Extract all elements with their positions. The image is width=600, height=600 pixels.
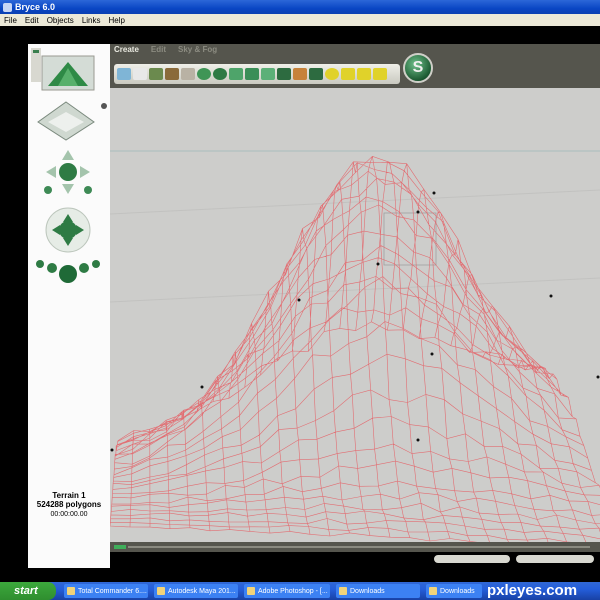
ground-guide-line <box>110 189 600 215</box>
selection-handle[interactable] <box>416 210 420 214</box>
square-plane-icon[interactable] <box>309 68 323 80</box>
menu-links[interactable]: Links <box>82 16 101 25</box>
parallel-light-icon[interactable] <box>373 68 387 80</box>
3d-viewport[interactable] <box>110 88 600 542</box>
playback-controls[interactable] <box>434 555 510 563</box>
selection-handle[interactable] <box>430 352 434 356</box>
terrain-wireframe[interactable] <box>110 155 600 542</box>
navigation-sphere-icon[interactable] <box>36 207 100 283</box>
taskbar-item-total-commander[interactable]: Total Commander 6.... <box>64 584 148 598</box>
selection-handle[interactable] <box>200 385 204 389</box>
polygon-count: 524288 polygons <box>36 500 102 509</box>
watermark: pxleyes.com <box>487 582 578 599</box>
create-toolbar: Create Edit Sky & Fog S <box>110 44 600 88</box>
app-icon <box>67 587 75 595</box>
taskbar-item-downloads[interactable]: Downloads <box>426 584 482 598</box>
object-palette <box>114 64 400 84</box>
sphere-icon[interactable] <box>197 68 211 80</box>
taskbar-item-photoshop[interactable]: Adobe Photoshop - [... <box>244 584 330 598</box>
selection-handle[interactable] <box>376 262 380 266</box>
water-plane-icon[interactable] <box>117 68 131 80</box>
menu-bar: File Edit Objects Links Help <box>0 14 600 26</box>
figure-icon[interactable] <box>293 68 307 80</box>
menu-file[interactable]: File <box>4 16 17 25</box>
timeline-track <box>128 546 590 548</box>
terrain-icon[interactable] <box>149 68 163 80</box>
selection-handle[interactable] <box>432 191 436 195</box>
cube-icon[interactable] <box>245 68 259 80</box>
terrain-mesh-lines <box>110 155 600 542</box>
radial-light-icon[interactable] <box>325 68 339 80</box>
ground-guide-line <box>110 277 600 303</box>
app-icon <box>247 587 255 595</box>
view-selector[interactable] <box>31 48 95 91</box>
taskbar-item-downloads[interactable]: Downloads <box>336 584 420 598</box>
selection-handle[interactable] <box>297 298 301 302</box>
tab-edit[interactable]: Edit <box>151 45 166 54</box>
infinite-plane-icon[interactable] <box>133 68 147 80</box>
time-readout: 00:00:00.00 <box>50 511 88 518</box>
spot-light-icon[interactable] <box>341 68 355 80</box>
camera-move-icon[interactable] <box>44 150 92 194</box>
menu-help[interactable]: Help <box>109 16 125 25</box>
camera-trackball-icon[interactable] <box>37 101 107 141</box>
tab-create[interactable]: Create <box>114 45 139 54</box>
app-left-margin <box>0 26 28 582</box>
animation-timeline[interactable] <box>110 542 600 552</box>
taskbar-item-maya[interactable]: Autodesk Maya 201... <box>154 584 238 598</box>
window-title: Bryce 6.0 <box>15 2 56 12</box>
object-name: Terrain 1 <box>52 491 86 500</box>
menu-edit[interactable]: Edit <box>25 16 39 25</box>
selection-handle[interactable] <box>549 294 553 298</box>
app-top-margin <box>0 26 600 44</box>
tab-sky-fog[interactable]: Sky & Fog <box>178 45 217 54</box>
selection-handle[interactable] <box>416 438 420 442</box>
timeline-scrubber[interactable] <box>114 545 126 549</box>
folder-icon <box>429 587 437 595</box>
rock-icon[interactable] <box>181 68 195 80</box>
bryce-logo-icon[interactable]: S <box>403 53 433 83</box>
cone-icon[interactable] <box>261 68 275 80</box>
control-palette <box>28 44 110 568</box>
torus-icon[interactable] <box>213 68 227 80</box>
window-titlebar: Bryce 6.0 <box>0 0 600 14</box>
menu-objects[interactable]: Objects <box>47 16 74 25</box>
selection-handle[interactable] <box>110 448 114 452</box>
cylinder-icon[interactable] <box>229 68 243 80</box>
tree-icon[interactable] <box>165 68 179 80</box>
keyframe-controls[interactable] <box>516 555 594 563</box>
start-button[interactable]: start <box>0 582 56 600</box>
playback-bar <box>110 552 600 568</box>
app-icon <box>157 587 165 595</box>
object-status: Terrain 1 524288 polygons 00:00:00.00 <box>28 491 110 518</box>
folder-icon <box>339 587 347 595</box>
selection-handle[interactable] <box>596 375 600 379</box>
pyramid-icon[interactable] <box>277 68 291 80</box>
square-light-icon[interactable] <box>357 68 371 80</box>
bryce-app-icon <box>3 2 12 12</box>
